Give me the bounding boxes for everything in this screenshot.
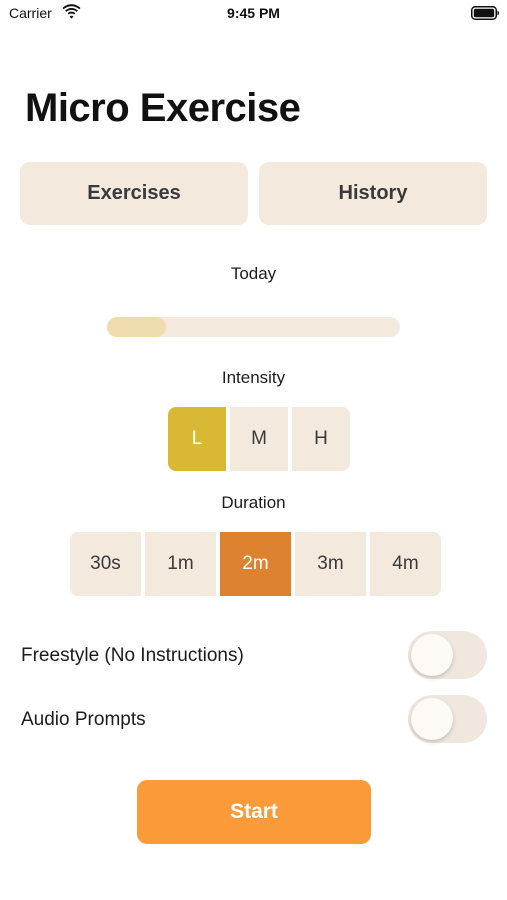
today-progress-fill — [107, 317, 166, 337]
freestyle-toggle-knob — [411, 634, 453, 676]
history-button-label: History — [338, 182, 408, 204]
today-progress-bar — [107, 317, 400, 337]
freestyle-toggle[interactable] — [408, 631, 487, 679]
duration-option-1m[interactable]: 1m — [145, 532, 216, 596]
page-title: Micro Exercise — [25, 86, 301, 130]
duration-option-4m[interactable]: 4m — [370, 532, 441, 596]
freestyle-label: Freestyle (No Instructions) — [21, 645, 244, 666]
audio-prompts-label: Audio Prompts — [21, 709, 146, 730]
status-bar: Carrier 9:45 PM — [0, 0, 507, 30]
audio-prompts-row: Audio Prompts — [20, 695, 487, 745]
freestyle-row: Freestyle (No Instructions) — [20, 631, 487, 681]
battery-icon — [471, 6, 500, 20]
audio-prompts-toggle[interactable] — [408, 695, 487, 743]
status-time: 9:45 PM — [227, 5, 280, 21]
duration-selector: 30s 1m 2m 3m 4m — [70, 532, 441, 596]
duration-label: Duration — [221, 493, 286, 512]
duration-option-2m[interactable]: 2m — [220, 532, 291, 596]
exercises-button-label: Exercises — [87, 182, 181, 204]
intensity-option-medium[interactable]: M — [230, 407, 288, 471]
exercises-button[interactable]: Exercises — [20, 162, 248, 225]
history-button[interactable]: History — [259, 162, 487, 225]
duration-option-3m[interactable]: 3m — [295, 532, 366, 596]
start-button-label: Start — [230, 800, 278, 823]
duration-option-30s[interactable]: 30s — [70, 532, 141, 596]
intensity-option-high[interactable]: H — [292, 407, 350, 471]
audio-prompts-toggle-knob — [411, 698, 453, 740]
intensity-option-low[interactable]: L — [168, 407, 226, 471]
today-label: Today — [230, 264, 277, 283]
start-button[interactable]: Start — [137, 780, 371, 844]
intensity-selector: L M H — [168, 407, 350, 471]
intensity-label: Intensity — [221, 368, 286, 387]
